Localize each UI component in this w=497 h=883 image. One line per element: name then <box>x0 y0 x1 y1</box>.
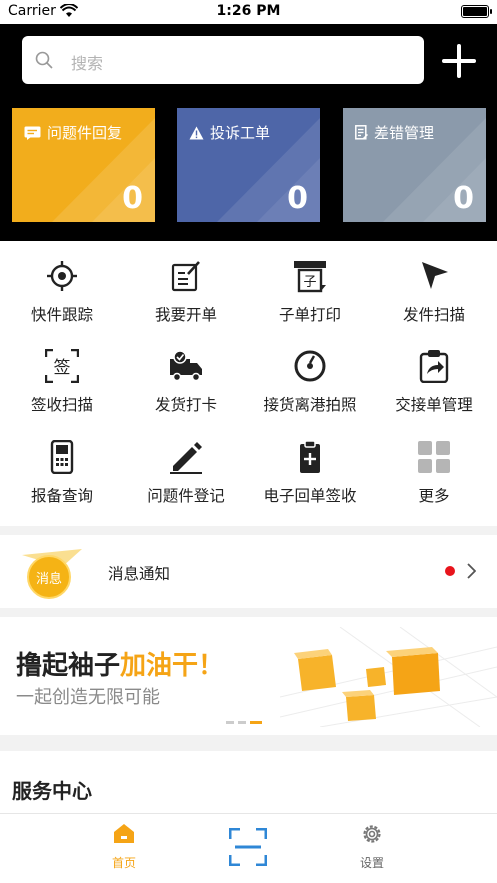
svg-text:子: 子 <box>303 275 316 290</box>
grid-item-label: 发件扫描 <box>402 306 465 324</box>
grid-item-label: 发货打卡 <box>154 396 217 414</box>
stat-card-problem-reply[interactable]: 问题件回复 0 <box>12 108 155 222</box>
service-center-section: 服务中心 <box>0 751 497 813</box>
stat-count: 0 <box>453 181 474 216</box>
grid-item-sub-order-print[interactable]: 子 子单打印 <box>248 259 372 325</box>
carousel-dot[interactable] <box>226 721 234 724</box>
warning-icon <box>189 126 204 139</box>
promo-banner[interactable]: 撸起袖子加油干！ 一起创造无限可能 <box>0 617 497 735</box>
stat-count: 0 <box>287 181 308 216</box>
headline-accent: 加油干！ <box>120 651 225 681</box>
grid-item-handover-management[interactable]: 交接单管理 <box>372 349 496 415</box>
printer-icon: 子 <box>294 261 326 293</box>
headline-main: 撸起袖子 <box>16 651 121 681</box>
tab-home[interactable]: 首页 <box>74 822 174 871</box>
grid-item-report-query[interactable]: 报备查询 <box>0 440 124 506</box>
banner-headline: 撸起袖子加油干！ <box>16 645 224 682</box>
grid-item-label: 报备查询 <box>30 487 93 505</box>
tab-label: 首页 <box>111 856 136 870</box>
phone-device-icon <box>50 440 74 474</box>
grid-item-sign-scan[interactable]: 签 签收扫描 <box>0 349 124 415</box>
tab-settings[interactable]: 设置 <box>322 822 422 871</box>
send-arrow-icon <box>422 262 448 289</box>
edit-form-icon <box>171 261 200 292</box>
unread-dot <box>445 566 455 576</box>
message-icon <box>24 126 41 140</box>
clipboard-share-icon <box>419 350 449 383</box>
svg-text:签: 签 <box>54 358 71 378</box>
grid-item-label: 我要开单 <box>154 306 217 324</box>
grid-item-pickup-photo[interactable]: 接货离港拍照 <box>248 349 372 415</box>
grid-item-label: 子单打印 <box>278 306 341 324</box>
banner-subline: 一起创造无限可能 <box>16 687 160 708</box>
notice-title: 消息通知 <box>108 565 171 583</box>
status-bar: Carrier 1:26 PM <box>0 0 497 24</box>
sign-scan-icon: 签 <box>45 349 79 383</box>
stat-card-error-management[interactable]: 差错管理 0 <box>343 108 486 222</box>
grid-item-more[interactable]: 更多 <box>372 440 496 506</box>
badge-text: 消息 <box>36 571 62 587</box>
grid-item-label: 问题件登记 <box>147 487 225 505</box>
grid-item-label: 更多 <box>418 487 450 505</box>
grid-item-e-receipt-sign[interactable]: 电子回单签收 <box>248 440 372 506</box>
function-grid: 快件跟踪 我要开单 子 子单打印 发件扫描 签 签收扫描 发货打卡 接货离港拍照… <box>0 241 497 526</box>
stat-card-complaint[interactable]: 投诉工单 0 <box>177 108 320 222</box>
scan-button[interactable] <box>229 828 267 866</box>
cube-illustration <box>280 627 497 727</box>
add-button[interactable] <box>442 44 476 78</box>
clock: 1:26 PM <box>216 3 281 19</box>
tab-bar: 首页 设置 <box>0 813 497 883</box>
search-placeholder: 搜索 <box>71 54 104 73</box>
service-center-title: 服务中心 <box>12 779 92 803</box>
home-icon <box>114 824 134 843</box>
search-input[interactable]: 搜索 <box>22 36 424 84</box>
clipboard-plus-icon <box>300 440 320 473</box>
grid-item-problem-register[interactable]: 问题件登记 <box>124 440 248 506</box>
message-badge-icon: 消息 <box>22 549 82 599</box>
grid-item-label: 交接单管理 <box>395 396 473 414</box>
gear-icon <box>363 825 381 843</box>
stat-title: 投诉工单 <box>210 124 271 142</box>
pen-icon <box>170 442 202 474</box>
target-icon <box>47 261 77 291</box>
truck-icon <box>170 350 202 382</box>
grid-item-label: 接货离港拍照 <box>263 396 357 414</box>
grid-item-shipping-checkin[interactable]: 发货打卡 <box>124 349 248 415</box>
carousel-indicator <box>226 721 262 724</box>
grid-item-create-order[interactable]: 我要开单 <box>124 259 248 325</box>
tab-label: 设置 <box>359 856 384 870</box>
battery-icon <box>461 5 492 18</box>
stat-title: 差错管理 <box>374 124 435 142</box>
message-notification-row[interactable]: 消息 消息通知 <box>0 535 497 608</box>
grid-item-label: 电子回单签收 <box>263 487 357 505</box>
stat-count: 0 <box>122 181 143 216</box>
carousel-dot[interactable] <box>238 721 246 724</box>
grid-item-express-tracking[interactable]: 快件跟踪 <box>0 259 124 325</box>
stat-title: 问题件回复 <box>47 124 123 142</box>
search-icon <box>35 51 53 69</box>
grid-item-label: 快件跟踪 <box>30 306 93 324</box>
document-icon <box>355 125 368 140</box>
camera-lens-icon <box>294 350 326 382</box>
grid-more-icon <box>418 441 450 473</box>
grid-item-label: 签收扫描 <box>30 396 93 414</box>
header: 搜索 问题件回复 0 投诉工单 0 差错管理 0 <box>0 24 497 241</box>
carousel-dot-active[interactable] <box>250 721 262 724</box>
chevron-right-icon <box>467 563 476 579</box>
grid-item-dispatch-scan[interactable]: 发件扫描 <box>372 259 496 325</box>
